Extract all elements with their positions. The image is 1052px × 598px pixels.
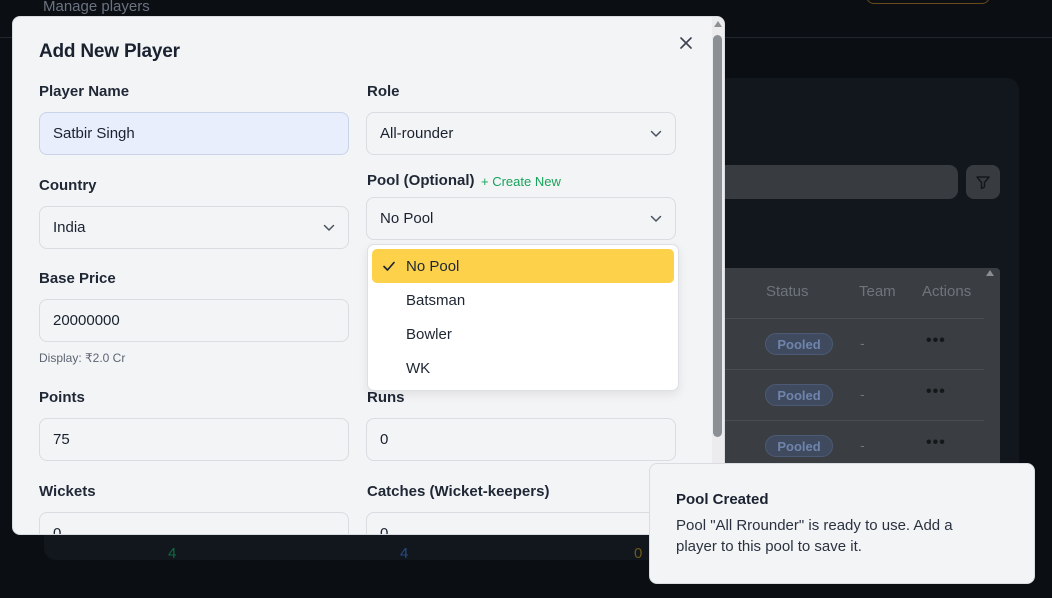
pool-option-label: Bowler xyxy=(406,325,452,343)
points-label: Points xyxy=(39,389,85,406)
close-icon xyxy=(680,37,692,49)
row-actions-button[interactable]: ••• xyxy=(926,434,946,452)
pool-dropdown-menu: No Pool Batsman Bowler WK xyxy=(367,244,679,391)
pool-option-label: WK xyxy=(406,359,431,377)
catches-value: 0 xyxy=(380,525,389,535)
pool-option-bowler[interactable]: Bowler xyxy=(372,317,674,351)
row-actions-button[interactable]: ••• xyxy=(926,332,946,350)
table-scroll-up-icon[interactable] xyxy=(986,270,994,276)
pool-label: Pool (Optional) xyxy=(367,172,475,189)
row-actions-button[interactable]: ••• xyxy=(926,383,946,401)
page-subtitle: Manage players xyxy=(43,0,150,15)
chevron-down-icon xyxy=(650,213,662,225)
base-price-label: Base Price xyxy=(39,270,116,287)
catches-label: Catches (Wicket-keepers) xyxy=(367,483,550,500)
catches-input[interactable]: 0 xyxy=(366,512,676,535)
team-cell: - xyxy=(860,437,865,453)
pool-option-label: Batsman xyxy=(406,291,466,309)
add-player-dialog: Add New Player Player Name Satbir Singh … xyxy=(12,16,725,535)
base-price-value: 20000000 xyxy=(53,312,120,329)
row-divider xyxy=(724,369,984,370)
player-name-value: Satbir Singh xyxy=(53,125,135,142)
country-label: Country xyxy=(39,177,97,194)
pool-select[interactable]: No Pool xyxy=(366,197,676,240)
player-name-label: Player Name xyxy=(39,83,130,100)
dialog-title: Add New Player xyxy=(39,41,180,62)
country-value: India xyxy=(53,219,86,236)
pool-option-batsman[interactable]: Batsman xyxy=(372,283,674,317)
team-cell: - xyxy=(860,386,865,402)
wickets-value: 0 xyxy=(53,525,62,535)
pool-option-wk[interactable]: WK xyxy=(372,351,674,385)
search-input[interactable] xyxy=(724,165,958,199)
scroll-up-icon[interactable] xyxy=(714,21,722,27)
points-input[interactable]: 75 xyxy=(39,418,349,461)
country-select[interactable]: India xyxy=(39,206,349,249)
column-header-status: Status xyxy=(766,283,809,300)
row-divider xyxy=(724,420,984,421)
stat-value: 4 xyxy=(168,545,177,562)
points-value: 75 xyxy=(53,431,70,448)
filter-button[interactable] xyxy=(966,165,1000,199)
runs-label: Runs xyxy=(367,389,405,406)
runs-input[interactable]: 0 xyxy=(366,418,676,461)
base-price-display-hint: Display: ₹2.0 Cr xyxy=(39,351,126,365)
pool-value: No Pool xyxy=(380,210,434,227)
status-badge: Pooled xyxy=(765,333,833,355)
role-label: Role xyxy=(367,83,400,100)
dialog-scrollbar-thumb[interactable] xyxy=(713,35,722,437)
toast-message: Pool "All Rrounder" is ready to use. Add… xyxy=(676,517,953,555)
pool-option-label: No Pool xyxy=(406,257,460,275)
header-action-button[interactable] xyxy=(866,0,990,4)
column-header-team: Team xyxy=(859,283,896,300)
toast-notification: Pool Created Pool "All Rrounder" is read… xyxy=(649,463,1035,584)
row-divider xyxy=(724,318,984,319)
runs-value: 0 xyxy=(380,431,389,448)
chevron-down-icon xyxy=(323,222,335,234)
stat-value: 0 xyxy=(634,545,643,562)
wickets-input[interactable]: 0 xyxy=(39,512,349,535)
toast-title: Pool Created xyxy=(676,491,769,508)
chevron-down-icon xyxy=(650,128,662,140)
team-cell: - xyxy=(860,335,865,351)
stat-value: 4 xyxy=(400,545,409,562)
pool-option-no-pool[interactable]: No Pool xyxy=(372,249,674,283)
player-name-input[interactable]: Satbir Singh xyxy=(39,112,349,155)
create-pool-link[interactable]: + Create New xyxy=(481,174,561,189)
role-select[interactable]: All-rounder xyxy=(366,112,676,155)
base-price-input[interactable]: 20000000 xyxy=(39,299,349,342)
check-icon xyxy=(383,261,395,271)
close-button[interactable] xyxy=(676,33,696,53)
column-header-actions: Actions xyxy=(922,283,972,300)
role-value: All-rounder xyxy=(380,125,454,142)
wickets-label: Wickets xyxy=(39,483,96,500)
filter-icon xyxy=(976,176,990,190)
status-badge: Pooled xyxy=(765,384,833,406)
status-badge: Pooled xyxy=(765,435,833,457)
